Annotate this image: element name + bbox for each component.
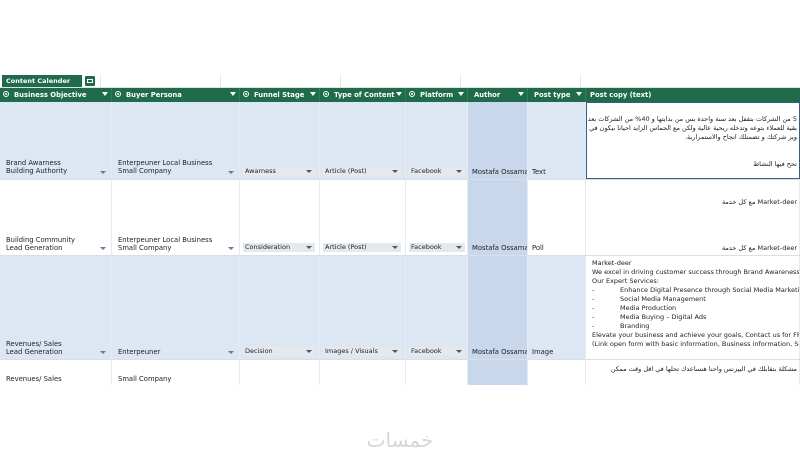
chevron-down-icon[interactable] (228, 247, 234, 250)
chevron-down-icon[interactable] (100, 247, 106, 250)
tab-bar-cells (100, 75, 800, 87)
cell-author[interactable]: Mostafa Ossama (468, 180, 528, 255)
watermark-logo: خمسات (366, 428, 434, 452)
chevron-down-icon (456, 170, 462, 173)
sheet-tab-bar: Content Calender (0, 75, 800, 88)
table-row: Building Community Lead Generation Enter… (0, 180, 800, 256)
list-item: - Branding (592, 322, 650, 330)
chevron-down-icon[interactable] (230, 92, 236, 96)
cell-post-copy[interactable]: Market-deer مع كل خدمة Market-deer مع كل… (586, 180, 800, 255)
chevron-down-icon (392, 350, 398, 353)
cell-type-of-content[interactable]: Article (Post) (320, 102, 406, 179)
column-header-post-copy[interactable]: Post copy (text) (586, 88, 800, 102)
chevron-down-icon[interactable] (396, 92, 402, 96)
post-copy-text: Market-deer We excel in driving customer… (592, 259, 800, 349)
cell-business-objective[interactable]: Revenues/ Sales (0, 360, 112, 385)
column-type-icon (409, 91, 415, 97)
column-header-funnel-stage[interactable]: Funnel Stage (240, 88, 320, 102)
cell-platform[interactable]: Facebook (406, 180, 468, 255)
cell-buyer-persona[interactable]: Small Company (112, 360, 240, 385)
chevron-down-icon[interactable] (100, 351, 106, 354)
chevron-down-icon[interactable] (458, 92, 464, 96)
cell-funnel-stage[interactable]: Consideration (240, 180, 320, 255)
platform-dropdown[interactable]: Facebook (409, 167, 465, 176)
cell-author[interactable]: Mostafa Ossama (468, 256, 528, 359)
cell-type-of-content[interactable]: Images / Visuals (320, 256, 406, 359)
sheet-tab-content-calendar[interactable]: Content Calender (2, 75, 82, 87)
chevron-down-icon[interactable] (310, 92, 316, 96)
cell-platform[interactable]: Facebook (406, 102, 468, 179)
cell-buyer-persona[interactable]: Enterpeuner Local Business Small Company (112, 102, 240, 179)
column-header-post-type[interactable]: Post type (528, 88, 586, 102)
table-view-icon[interactable] (85, 76, 95, 86)
cell-business-objective[interactable]: Building Community Lead Generation (0, 180, 112, 255)
cell-post-copy[interactable]: مشكلة بتقابلك في البيزنس واحنا هنساعدك ت… (586, 360, 800, 385)
column-header-author[interactable]: Author (468, 88, 528, 102)
table-row: Brand Awarness Building Authority Enterp… (0, 102, 800, 180)
cell-funnel-stage[interactable]: Decision (240, 256, 320, 359)
cell-post-type[interactable]: Text (528, 102, 586, 179)
cell-post-type[interactable]: Image (528, 256, 586, 359)
cell-buyer-persona[interactable]: Enterpeuner (112, 256, 240, 359)
chevron-down-icon (306, 170, 312, 173)
chevron-down-icon (456, 246, 462, 249)
list-item: - Social Media Management (592, 295, 706, 303)
funnel-stage-dropdown[interactable]: Awarness (243, 167, 315, 176)
platform-dropdown[interactable]: Facebook (409, 347, 465, 356)
cell-post-copy[interactable]: Market-deer We excel in driving customer… (586, 256, 800, 359)
funnel-stage-dropdown[interactable]: Consideration (243, 243, 315, 252)
chevron-down-icon (392, 246, 398, 249)
content-type-dropdown[interactable]: Article (Post) (323, 167, 401, 176)
column-header-buyer-persona[interactable]: Buyer Persona (112, 88, 240, 102)
chevron-down-icon (392, 170, 398, 173)
chevron-down-icon[interactable] (228, 351, 234, 354)
chevron-down-icon[interactable] (518, 92, 524, 96)
list-item: - Enhance Digital Presence through Social… (592, 286, 800, 294)
cell-buyer-persona[interactable]: Enterpeuner Local Business Small Company (112, 180, 240, 255)
platform-dropdown[interactable]: Facebook (409, 243, 465, 252)
column-header-type-of-content[interactable]: Type of Content (320, 88, 406, 102)
column-header-row: Business Objective Buyer Persona Funnel … (0, 88, 800, 102)
content-type-dropdown[interactable]: Article (Post) (323, 243, 401, 252)
content-type-dropdown[interactable]: Images / Visuals (323, 347, 401, 356)
list-item: - Media Buying – Digital Ads (592, 313, 707, 321)
chevron-down-icon (456, 350, 462, 353)
cell-post-copy[interactable]: 5 من الشركات بتقفل بعد سنة واحدة بس من ب… (586, 102, 800, 179)
column-type-icon (115, 91, 121, 97)
chevron-down-icon (306, 246, 312, 249)
column-type-icon (243, 91, 249, 97)
column-header-business-objective[interactable]: Business Objective (0, 88, 112, 102)
table-row: Revenues/ Sales Lead Generation Enterpeu… (0, 256, 800, 360)
cell-author[interactable]: Mostafa Ossama (468, 102, 528, 179)
column-header-platform[interactable]: Platform (406, 88, 468, 102)
cell-post-type[interactable]: Poll (528, 180, 586, 255)
table-row: Revenues/ Sales Small Company مشكلة بتقا… (0, 360, 800, 385)
chevron-down-icon[interactable] (228, 171, 234, 174)
column-type-icon (3, 91, 9, 97)
cell-business-objective[interactable]: Brand Awarness Building Authority (0, 102, 112, 179)
chevron-down-icon[interactable] (576, 92, 582, 96)
cell-type-of-content[interactable]: Article (Post) (320, 180, 406, 255)
funnel-stage-dropdown[interactable]: Decision (243, 347, 315, 356)
cell-funnel-stage[interactable]: Awarness (240, 102, 320, 179)
column-type-icon (323, 91, 329, 97)
chevron-down-icon[interactable] (102, 92, 108, 96)
list-item: - Media Production (592, 304, 677, 312)
cell-platform[interactable]: Facebook (406, 256, 468, 359)
chevron-down-icon (306, 350, 312, 353)
cell-business-objective[interactable]: Revenues/ Sales Lead Generation (0, 256, 112, 359)
chevron-down-icon[interactable] (100, 171, 106, 174)
